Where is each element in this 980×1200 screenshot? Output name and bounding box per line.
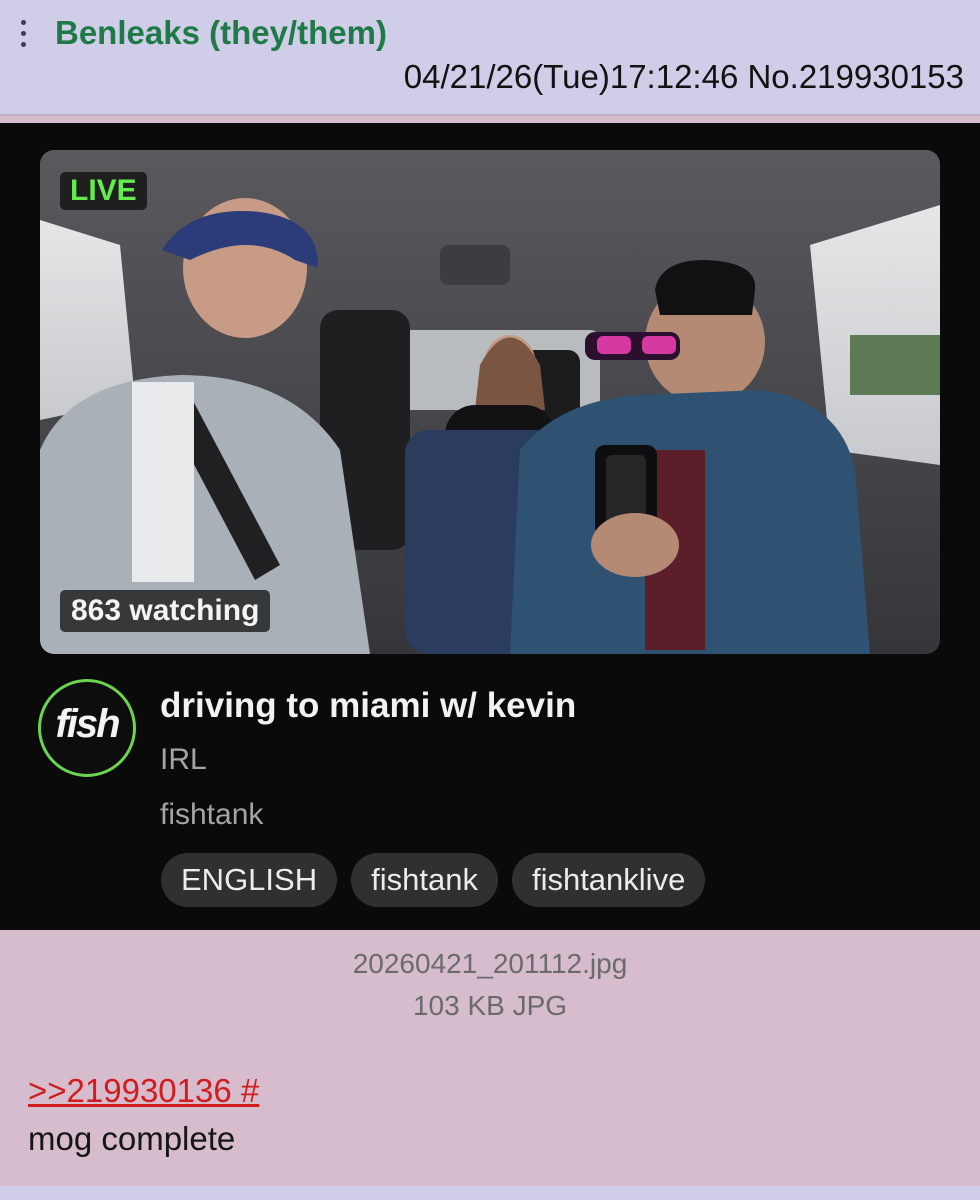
file-info: 103 KB JPG [412,990,568,1021]
tag-fishtank: fishtank [351,853,498,907]
post-header: Benleaks (they/them) 04/21/26(Tue)17:12:… [0,0,980,116]
stream-tags: ENGLISH fishtank fishtanklive [161,853,706,907]
next-post-header-edge [0,1186,980,1200]
file-name-link[interactable]: 20260421_201112.jpg [0,948,980,980]
tag-english: ENGLISH [161,853,338,907]
poster-name: Benleaks (they/them) [55,14,387,51]
attached-image[interactable]: LIVE 863 watching fish driving to miami … [0,123,980,930]
channel-avatar: fish [38,679,136,777]
stream-title: driving to miami w/ kevin [160,686,577,725]
quote-link[interactable]: >>219930136 # [28,1072,259,1110]
video-thumbnail: LIVE 863 watching [40,150,940,654]
post-comment: mog complete [28,1120,236,1157]
stream-channel-name: fishtank [160,798,264,831]
video-scene [40,150,940,654]
tag-fishtanklive: fishtanklive [511,853,706,907]
vertical-dots-icon[interactable] [14,20,32,56]
channel-logo-text: fish [55,702,120,746]
stream-category: IRL [160,743,207,776]
live-badge: LIVE [60,172,147,210]
post-date-number[interactable]: 04/21/26(Tue)17:12:46 No.219930153 [404,58,964,96]
viewer-count: 863 watching [60,590,271,632]
